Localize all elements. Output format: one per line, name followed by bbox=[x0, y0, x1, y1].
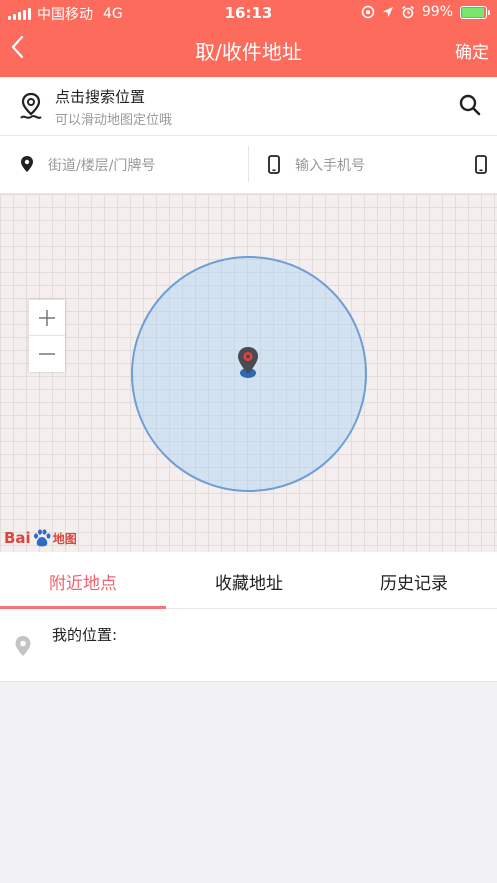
logo-text-map: 地图 bbox=[52, 531, 77, 546]
location-tabs: 附近地点 收藏地址 历史记录 bbox=[0, 552, 497, 609]
logo-text-bai: Bai bbox=[4, 529, 31, 547]
app-header: 中国移动 4G 16:13 99% 取/收件地址 确定 bbox=[0, 0, 497, 77]
zoom-out-button[interactable] bbox=[29, 336, 65, 372]
plus-icon bbox=[39, 309, 55, 326]
minus-icon bbox=[39, 353, 55, 355]
search-hint: 可以滑动地图定位哦 bbox=[55, 113, 173, 128]
battery-icon bbox=[460, 5, 490, 19]
tab-history[interactable]: 历史记录 bbox=[331, 569, 497, 594]
status-right: 99% bbox=[361, 4, 490, 20]
contacts-phone-icon[interactable] bbox=[475, 155, 487, 174]
search-title: 点击搜索位置 bbox=[55, 88, 146, 106]
confirm-button[interactable]: 确定 bbox=[455, 38, 489, 63]
input-divider bbox=[248, 146, 249, 182]
map-view[interactable]: Bai 地图 bbox=[0, 194, 497, 552]
location-arrow-icon bbox=[382, 7, 393, 17]
list-item-label: 我的位置: bbox=[52, 626, 118, 644]
baidu-map-logo: Bai 地图 bbox=[4, 528, 77, 548]
map-pin-icon bbox=[20, 92, 42, 119]
tab-favorites[interactable]: 收藏地址 bbox=[166, 569, 332, 594]
address-input[interactable]: 街道/楼层/门牌号 bbox=[48, 155, 155, 175]
location-marker-icon bbox=[238, 347, 258, 374]
zoom-controls bbox=[29, 300, 65, 372]
phone-icon bbox=[268, 155, 280, 174]
contact-input-row: 街道/楼层/门牌号 输入手机号 bbox=[0, 136, 497, 194]
list-item-my-location[interactable]: 我的位置: bbox=[0, 609, 497, 682]
status-bar: 中国移动 4G 16:13 99% bbox=[0, 0, 497, 26]
paw-icon bbox=[33, 529, 51, 547]
orientation-lock-icon bbox=[361, 5, 375, 19]
tab-nearby[interactable]: 附近地点 bbox=[0, 569, 166, 594]
location-pin-icon bbox=[21, 156, 33, 172]
search-icon[interactable] bbox=[459, 94, 481, 116]
phone-input[interactable]: 输入手机号 bbox=[295, 155, 365, 175]
alarm-icon bbox=[401, 5, 414, 19]
search-location-row[interactable]: 点击搜索位置 可以滑动地图定位哦 bbox=[0, 77, 497, 136]
zoom-in-button[interactable] bbox=[29, 300, 65, 336]
page-title: 取/收件地址 bbox=[195, 40, 302, 64]
gray-pin-icon bbox=[15, 636, 31, 656]
battery-percent: 99% bbox=[421, 4, 453, 20]
